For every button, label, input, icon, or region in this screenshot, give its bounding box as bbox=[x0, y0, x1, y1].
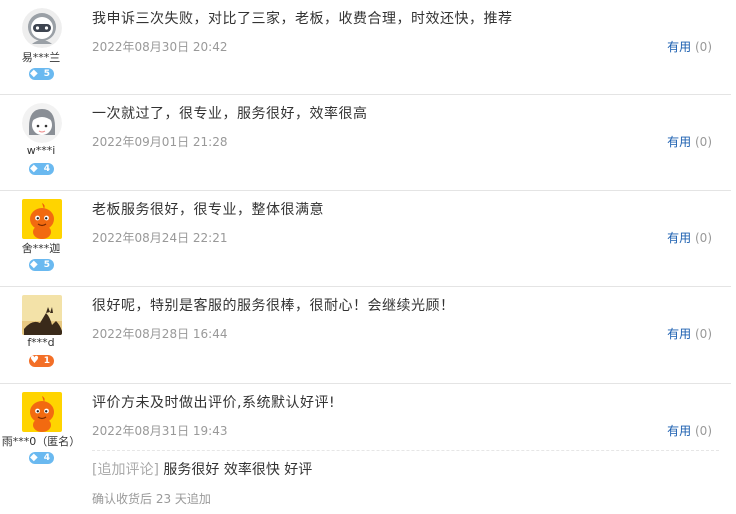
orange-mascot-avatar-icon bbox=[22, 392, 62, 432]
review-content: 评价方未及时做出评价,系统默认好评! bbox=[92, 395, 336, 411]
member-level-badge: ♥ 1 bbox=[29, 355, 54, 367]
review-content: 我申诉三次失败，对比了三家，老板，收费合理，时效还快，推荐 bbox=[92, 11, 513, 27]
level-number: 5 bbox=[43, 260, 50, 270]
username: 雨***0（匿名） bbox=[1, 435, 81, 448]
useful-count: (0) bbox=[695, 231, 712, 245]
review-date: 2022年08月31日 19:43 bbox=[92, 424, 228, 438]
username: 舍***迦 bbox=[21, 242, 61, 255]
useful-button[interactable]: 有用 (0) bbox=[667, 325, 712, 342]
review-item: 舍***迦 ◆ 5 老板服务很好，很专业，整体很满意 2022年08月24日 2… bbox=[0, 191, 731, 287]
username: f***d bbox=[27, 336, 55, 349]
review-date: 2022年08月30日 20:42 bbox=[92, 40, 228, 54]
review-list: 易***兰 ◆ 5 我申诉三次失败，对比了三家，老板，收费合理，时效还快，推荐 … bbox=[0, 0, 736, 514]
orange-mascot-avatar-icon bbox=[22, 199, 62, 239]
review-item: 易***兰 ◆ 5 我申诉三次失败，对比了三家，老板，收费合理，时效还快，推荐 … bbox=[0, 0, 731, 95]
review-date: 2022年08月28日 16:44 bbox=[92, 327, 228, 341]
level-number: 4 bbox=[43, 164, 50, 174]
review-date: 2022年09月01日 21:28 bbox=[92, 135, 228, 149]
member-level-badge: ◆ 4 bbox=[29, 452, 54, 464]
username: 易***兰 bbox=[21, 51, 61, 64]
avatar[interactable] bbox=[22, 103, 62, 143]
review-item: f***d ♥ 1 很好呢，特别是客服的服务很棒，很耐心！会继续光顾！ 2022… bbox=[0, 287, 731, 384]
diamond-icon: ◆ bbox=[30, 259, 38, 270]
useful-label[interactable]: 有用 bbox=[667, 231, 691, 245]
useful-button[interactable]: 有用 (0) bbox=[667, 229, 712, 246]
cartoon-girl-avatar-icon bbox=[22, 103, 62, 143]
member-level-badge: ◆ 5 bbox=[29, 259, 54, 271]
useful-count: (0) bbox=[695, 40, 712, 54]
avatar[interactable] bbox=[22, 199, 62, 239]
level-number: 4 bbox=[43, 453, 50, 463]
avatar[interactable] bbox=[22, 295, 62, 335]
review-content: 很好呢，特别是客服的服务很棒，很耐心！会继续光顾！ bbox=[92, 298, 455, 314]
useful-button[interactable]: 有用 (0) bbox=[667, 38, 712, 55]
avatar[interactable] bbox=[22, 392, 62, 432]
member-level-badge: ◆ 5 bbox=[29, 68, 54, 80]
astronaut-avatar-icon bbox=[22, 8, 62, 48]
diamond-icon: ◆ bbox=[30, 68, 38, 79]
review-item: w***i ◆ 4 一次就过了，很专业，服务很好，效率很高 2022年09月01… bbox=[0, 95, 731, 191]
append-comment: [追加评论] 服务很好 效率很快 好评 bbox=[92, 459, 312, 479]
useful-count: (0) bbox=[695, 135, 712, 149]
photo-avatar-icon bbox=[22, 295, 62, 335]
useful-label[interactable]: 有用 bbox=[667, 135, 691, 149]
useful-button[interactable]: 有用 (0) bbox=[667, 133, 712, 150]
append-note: 确认收货后 23 天追加 bbox=[92, 492, 211, 506]
useful-label[interactable]: 有用 bbox=[667, 424, 691, 438]
member-level-badge: ◆ 4 bbox=[29, 163, 54, 175]
append-tag: [追加评论] bbox=[92, 462, 159, 478]
avatar[interactable] bbox=[22, 8, 62, 48]
review-date: 2022年08月24日 22:21 bbox=[92, 231, 228, 245]
useful-count: (0) bbox=[695, 424, 712, 438]
diamond-icon: ◆ bbox=[30, 452, 38, 463]
review-content: 老板服务很好，很专业，整体很满意 bbox=[92, 202, 324, 218]
append-content: 服务很好 效率很快 好评 bbox=[163, 462, 313, 478]
heart-icon: ♥ bbox=[30, 355, 39, 366]
useful-label[interactable]: 有用 bbox=[667, 40, 691, 54]
review-content: 一次就过了，很专业，服务很好，效率很高 bbox=[92, 106, 368, 122]
diamond-icon: ◆ bbox=[30, 163, 38, 174]
useful-count: (0) bbox=[695, 327, 712, 341]
useful-button[interactable]: 有用 (0) bbox=[667, 422, 712, 439]
append-divider bbox=[92, 450, 719, 451]
level-number: 1 bbox=[43, 356, 50, 366]
review-item: 雨***0（匿名） ◆ 4 评价方未及时做出评价,系统默认好评! 2022年08… bbox=[0, 384, 731, 514]
level-number: 5 bbox=[43, 69, 50, 79]
useful-label[interactable]: 有用 bbox=[667, 327, 691, 341]
username: w***i bbox=[26, 144, 56, 157]
